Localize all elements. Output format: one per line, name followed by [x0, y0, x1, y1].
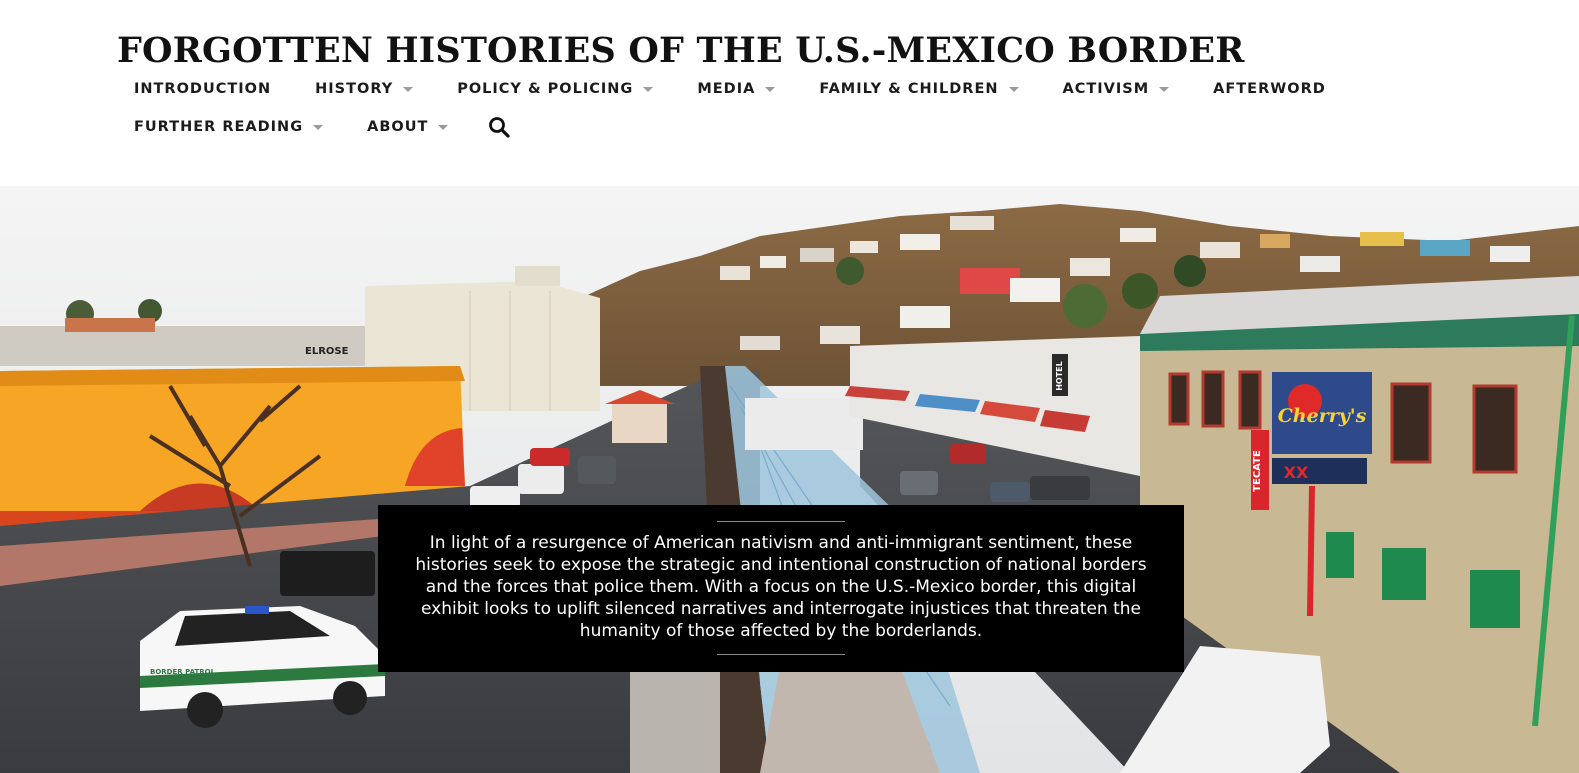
building-tall-top [515, 266, 560, 286]
nav-item-history[interactable]: HISTORY [315, 81, 414, 97]
chevron-down-icon [1008, 86, 1019, 92]
nav-item-media[interactable]: MEDIA [697, 81, 776, 97]
customs-building [745, 398, 863, 450]
kiosk [612, 401, 667, 443]
hero-caption-text: In light of a resurgence of American nat… [415, 533, 1147, 641]
building-roof [65, 318, 155, 332]
hero-image: ELROSE HOTEL Cherry's XX TECATE BORDER P… [0, 186, 1579, 773]
nav-item-afterword[interactable]: AFTERWORD [1213, 81, 1326, 97]
hero-caption: In light of a resurgence of American nat… [378, 505, 1184, 672]
chevron-down-icon [438, 124, 449, 130]
caption-divider-bottom [717, 654, 845, 655]
nav-item-further-reading[interactable]: FURTHER READING [134, 119, 324, 135]
nav-item-family-children[interactable]: FAMILY & CHILDREN [819, 81, 1019, 97]
nav-item-label: ABOUT [367, 119, 429, 135]
nav-item-label: ACTIVISM [1062, 81, 1150, 97]
sign-pole [1307, 485, 1315, 617]
site-header: FORGOTTEN HISTORIES OF THE U.S.-MEXICO B… [0, 0, 1579, 186]
nav-item-about[interactable]: ABOUT [367, 119, 449, 135]
sign-hotel: HOTEL [1055, 361, 1064, 391]
chevron-down-icon [643, 86, 654, 92]
nav-item-label: MEDIA [697, 81, 756, 97]
search-button[interactable] [488, 116, 510, 138]
nav-row-2: FURTHER READING ABOUT [134, 112, 1434, 142]
sign-elrose: ELROSE [305, 346, 349, 357]
nav-item-label: FAMILY & CHILDREN [819, 81, 999, 97]
main-nav: INTRODUCTION HISTORY POLICY & POLICING M… [134, 74, 1434, 150]
border-street-scene: ELROSE HOTEL Cherry's XX TECATE BORDER P… [0, 186, 1579, 773]
sign-xx: XX [1284, 463, 1309, 482]
nav-row-1: INTRODUCTION HISTORY POLICY & POLICING M… [134, 74, 1434, 104]
nav-item-policy-policing[interactable]: POLICY & POLICING [457, 81, 654, 97]
sign-tecate: TECATE [1252, 450, 1263, 492]
chevron-down-icon [1159, 86, 1170, 92]
foreground-ledge [630, 666, 720, 773]
nav-item-activism[interactable]: ACTIVISM [1063, 81, 1170, 97]
nav-item-introduction[interactable]: INTRODUCTION [134, 81, 271, 97]
nav-item-label: POLICY & POLICING [457, 81, 634, 97]
nav-item-label: INTRODUCTION [134, 81, 272, 97]
sign-border-patrol: BORDER PATROL [150, 668, 216, 676]
sign-cherrys: Cherry's [1278, 405, 1367, 427]
chevron-down-icon [313, 124, 324, 130]
chevron-down-icon [403, 86, 414, 92]
site-title[interactable]: FORGOTTEN HISTORIES OF THE U.S.-MEXICO B… [117, 30, 1244, 71]
nav-item-label: HISTORY [315, 81, 394, 97]
nav-item-label: AFTERWORD [1213, 81, 1326, 97]
chevron-down-icon [765, 86, 776, 92]
search-icon [489, 117, 510, 138]
caption-divider-top [717, 521, 845, 522]
nav-item-label: FURTHER READING [134, 119, 304, 135]
